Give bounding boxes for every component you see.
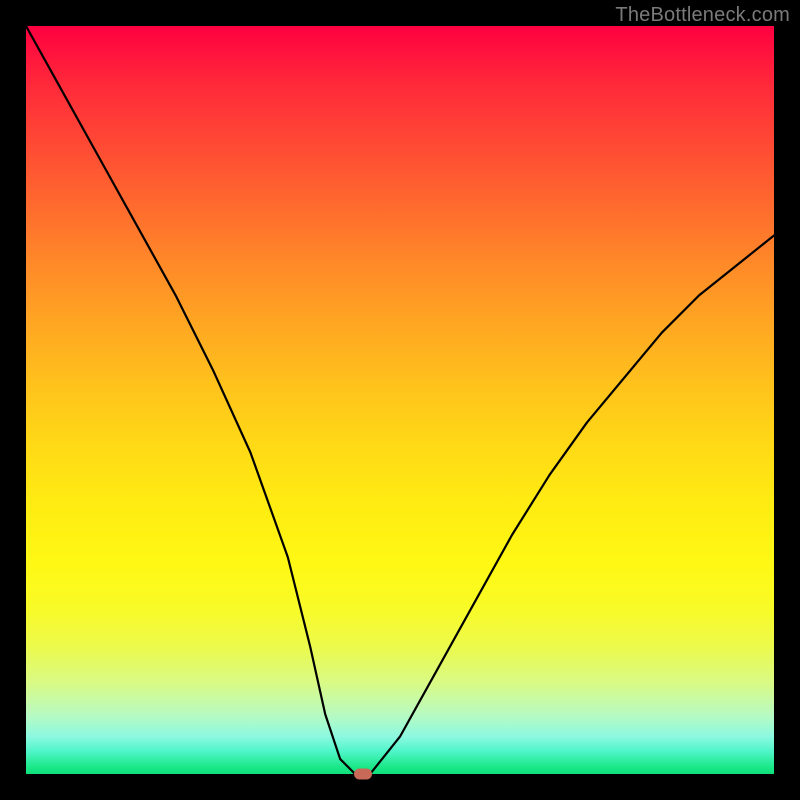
bottleneck-curve [26,26,774,774]
watermark-text: TheBottleneck.com [615,4,790,27]
chart-frame: TheBottleneck.com [0,0,800,800]
plot-area [26,26,774,774]
optimum-marker [354,769,372,780]
